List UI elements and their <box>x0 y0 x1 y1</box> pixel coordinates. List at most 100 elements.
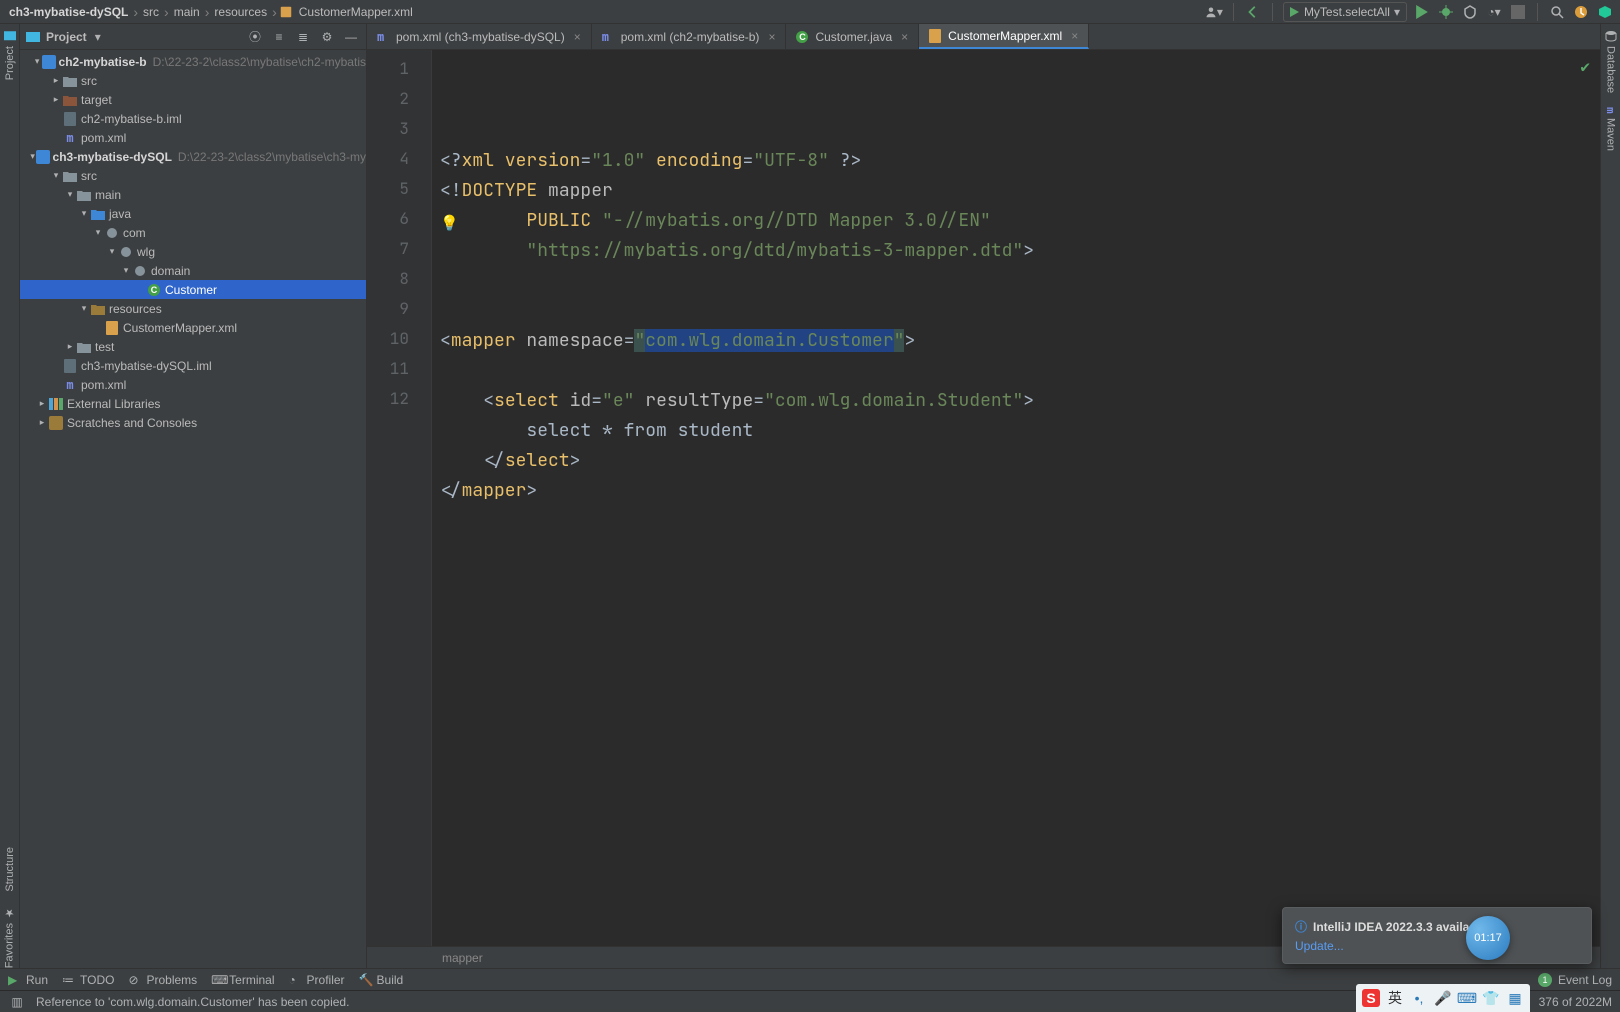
tree-arrow-icon[interactable]: ▸ <box>50 75 62 86</box>
locate-icon[interactable]: ⦿ <box>246 28 264 46</box>
intention-bulb-icon[interactable]: 💡 <box>440 213 459 233</box>
profiler-run-icon[interactable]: ◔▾ <box>1485 3 1503 21</box>
tree-node[interactable]: CustomerMapper.xml <box>20 318 366 337</box>
run-configuration-selector[interactable]: MyTest.selectAll ▾ <box>1283 2 1407 22</box>
tree-arrow-icon[interactable] <box>92 323 104 333</box>
tree-arrow-icon[interactable]: ▾ <box>92 227 104 238</box>
problems-tool-button[interactable]: ⊘Problems <box>128 973 197 987</box>
tree-arrow-icon[interactable]: ▸ <box>64 341 76 352</box>
debug-button-icon[interactable] <box>1437 3 1455 21</box>
tree-arrow-icon[interactable]: ▾ <box>78 208 90 219</box>
tree-arrow-icon[interactable]: ▾ <box>64 189 76 200</box>
editor-tab[interactable]: CCustomer.java× <box>786 24 919 49</box>
maven-tool-button[interactable]: m Maven <box>1604 107 1617 151</box>
tree-node[interactable]: ▾wlg <box>20 242 366 261</box>
code-line[interactable]: </mapper> <box>440 476 1600 506</box>
line-number[interactable]: 4 <box>367 144 431 174</box>
tree-arrow-icon[interactable]: ▾ <box>106 246 118 257</box>
code-line[interactable]: <!DOCTYPE mapper <box>440 176 1600 206</box>
stop-button-icon[interactable] <box>1509 3 1527 21</box>
tree-node[interactable]: ▸External Libraries <box>20 394 366 413</box>
line-number[interactable]: 5 <box>367 174 431 204</box>
toolbox-icon[interactable] <box>1596 3 1614 21</box>
tree-node[interactable]: ▾com <box>20 223 366 242</box>
coverage-icon[interactable] <box>1461 3 1479 21</box>
project-tool-button[interactable]: Project <box>4 30 16 80</box>
breadcrumb-item[interactable]: CustomerMapper.xml <box>296 5 416 19</box>
tree-arrow-icon[interactable] <box>50 114 62 124</box>
tree-node[interactable]: ▾domain <box>20 261 366 280</box>
line-number[interactable]: 12 <box>367 384 431 414</box>
tree-node[interactable]: ▾ch2-mybatise-bD:\22-23-2\class2\mybatis… <box>20 52 366 71</box>
sogou-ime-icon[interactable]: S <box>1362 989 1380 1007</box>
tree-node[interactable]: ▾main <box>20 185 366 204</box>
code-line[interactable]: PUBLIC "-//mybatis.org//DTD Mapper 3.0//… <box>440 206 1600 236</box>
tree-node[interactable]: ▾src <box>20 166 366 185</box>
line-number[interactable]: 10 <box>367 324 431 354</box>
line-number[interactable]: 7 <box>367 234 431 264</box>
clock-overlay-widget[interactable]: 01:17 <box>1466 916 1510 960</box>
code-line[interactable] <box>440 296 1600 326</box>
project-tree[interactable]: ▾ch2-mybatise-bD:\22-23-2\class2\mybatis… <box>20 50 366 968</box>
ide-update-icon[interactable] <box>1572 3 1590 21</box>
tree-node[interactable]: CCustomer <box>20 280 366 299</box>
chevron-down-icon[interactable]: ▾ <box>95 30 101 44</box>
event-log-button[interactable]: Event Log <box>1558 973 1612 987</box>
terminal-tool-button[interactable]: ⌨Terminal <box>211 973 274 987</box>
code-line[interactable]: select * from student <box>440 416 1600 446</box>
tree-node[interactable]: ▸target <box>20 90 366 109</box>
favorites-tool-button[interactable]: Favorites★ <box>3 906 16 968</box>
code-line[interactable] <box>440 266 1600 296</box>
line-number[interactable]: 2 <box>367 84 431 114</box>
mic-icon[interactable]: 🎤 <box>1434 989 1452 1007</box>
memory-indicator[interactable]: 376 of 2022M <box>1539 995 1612 1009</box>
line-number[interactable]: 9 <box>367 294 431 324</box>
inspection-ok-icon[interactable]: ✔ <box>1580 56 1590 77</box>
code-line[interactable]: </select> <box>440 446 1600 476</box>
breadcrumb-item[interactable]: resources <box>211 5 270 19</box>
profiler-tool-button[interactable]: ◔Profiler <box>289 973 345 987</box>
editor-gutter[interactable]: 123456789101112 <box>367 50 432 946</box>
editor-tab[interactable]: mpom.xml (ch3-mybatise-dySQL)× <box>367 24 592 49</box>
tree-node[interactable]: ▸Scratches and Consoles <box>20 413 366 432</box>
database-tool-button[interactable]: Database <box>1605 30 1617 93</box>
tree-arrow-icon[interactable] <box>50 361 62 371</box>
collapse-all-icon[interactable]: ≣ <box>294 28 312 46</box>
run-button-icon[interactable] <box>1413 3 1431 21</box>
keyboard-icon[interactable]: ⌨ <box>1458 989 1476 1007</box>
tree-arrow-icon[interactable]: ▸ <box>36 417 48 428</box>
build-tool-button[interactable]: 🔨Build <box>359 973 404 987</box>
expand-all-icon[interactable]: ≡ <box>270 28 288 46</box>
update-link[interactable]: Update... <box>1295 939 1579 953</box>
code-line[interactable]: <?xml version="1.0" encoding="UTF-8" ?> <box>440 146 1600 176</box>
toolbox-tray-icon[interactable]: ▦ <box>1506 989 1524 1007</box>
line-number[interactable]: 8 <box>367 264 431 294</box>
breadcrumb-item[interactable]: ch3-mybatise-dySQL <box>6 5 131 19</box>
hide-icon[interactable]: — <box>342 28 360 46</box>
run-tool-button[interactable]: ▶Run <box>8 973 48 987</box>
tree-arrow-icon[interactable] <box>50 133 62 143</box>
close-tab-icon[interactable]: × <box>1071 29 1078 43</box>
close-tab-icon[interactable]: × <box>768 30 775 44</box>
editor-tab[interactable]: mpom.xml (ch2-mybatise-b)× <box>592 24 787 49</box>
line-number[interactable]: 1 <box>367 54 431 84</box>
ime-lang-icon[interactable]: 英 <box>1386 989 1404 1007</box>
code-line[interactable] <box>440 356 1600 386</box>
structure-tool-button[interactable]: Structure <box>4 847 16 892</box>
line-number[interactable]: 6 <box>367 204 431 234</box>
skin-icon[interactable]: 👕 <box>1482 989 1500 1007</box>
code-line[interactable]: <mapper namespace="com.wlg.domain.Custom… <box>440 326 1600 356</box>
code-line[interactable]: <select id="e" resultType="com.wlg.domai… <box>440 386 1600 416</box>
editor-tab[interactable]: CustomerMapper.xml× <box>919 24 1089 49</box>
notification-popup[interactable]: ⓘ IntelliJ IDEA 2022.3.3 availa Update..… <box>1282 907 1592 964</box>
user-icon[interactable]: ▾ <box>1205 3 1223 21</box>
todo-tool-button[interactable]: ≔TODO <box>62 973 114 987</box>
tree-arrow-icon[interactable]: ▾ <box>120 265 132 276</box>
close-tab-icon[interactable]: × <box>574 30 581 44</box>
tree-arrow-icon[interactable]: ▸ <box>50 94 62 105</box>
tree-node[interactable]: ▸src <box>20 71 366 90</box>
code-line[interactable]: "https://mybatis.org/dtd/mybatis-3-mappe… <box>440 236 1600 266</box>
tree-node[interactable]: mpom.xml <box>20 128 366 147</box>
tree-node[interactable]: ▾ch3-mybatise-dySQLD:\22-23-2\class2\myb… <box>20 147 366 166</box>
close-tab-icon[interactable]: × <box>901 30 908 44</box>
